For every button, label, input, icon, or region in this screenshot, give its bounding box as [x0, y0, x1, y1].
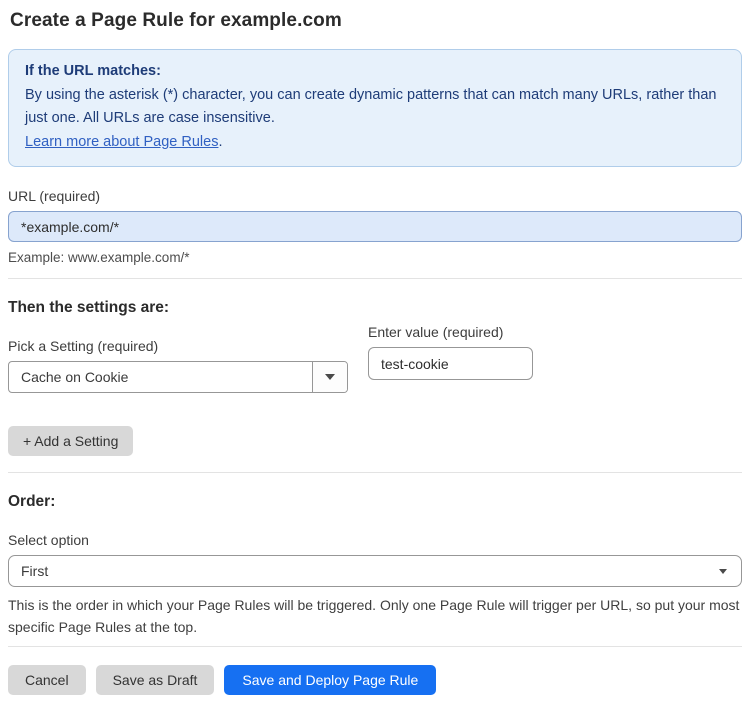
url-input[interactable]: [8, 211, 742, 242]
setting-value-group: Enter value (required): [368, 317, 533, 380]
save-and-deploy-button[interactable]: Save and Deploy Page Rule: [224, 665, 437, 695]
divider: [8, 278, 742, 279]
setting-select[interactable]: Cache on Cookie: [8, 361, 348, 393]
setting-value-label: Enter value (required): [368, 324, 504, 340]
settings-row: Pick a Setting (required) Cache on Cooki…: [8, 317, 742, 393]
setting-value-input[interactable]: [368, 347, 533, 380]
order-section-heading: Order:: [8, 493, 56, 510]
setting-picker-label: Pick a Setting (required): [8, 338, 159, 354]
divider: [8, 472, 742, 473]
link-suffix: .: [218, 133, 223, 150]
chevron-down-icon: [325, 374, 335, 380]
save-as-draft-button[interactable]: Save as Draft: [95, 665, 215, 695]
order-select-caret-wrap: [719, 568, 741, 574]
page-title: Create a Page Rule for example.com: [10, 10, 342, 31]
settings-section-heading: Then the settings are:: [8, 299, 170, 316]
cancel-button[interactable]: Cancel: [8, 665, 86, 695]
url-example-text: Example: www.example.com/*: [8, 250, 190, 265]
setting-picker-group: Pick a Setting (required) Cache on Cooki…: [8, 317, 348, 393]
order-select-label: Select option: [8, 532, 89, 548]
setting-select-value: Cache on Cookie: [21, 369, 129, 385]
learn-more-link[interactable]: Learn more about Page Rules: [25, 134, 218, 150]
order-select-value: First: [21, 563, 49, 579]
info-box-link-line: Learn more about Page Rules.: [25, 131, 725, 155]
order-select[interactable]: First: [8, 555, 742, 587]
url-matches-info-box: If the URL matches: By using the asteris…: [8, 49, 742, 167]
footer-actions: Cancel Save as Draft Save and Deploy Pag…: [8, 665, 742, 695]
divider: [8, 646, 742, 647]
order-help-text: This is the order in which your Page Rul…: [8, 597, 740, 635]
url-field-label: URL (required): [8, 188, 101, 204]
chevron-down-icon: [719, 568, 727, 574]
add-setting-button[interactable]: + Add a Setting: [8, 426, 134, 456]
info-box-body: By using the asterisk (*) character, you…: [25, 86, 717, 127]
info-box-heading: If the URL matches:: [25, 63, 161, 79]
setting-select-arrow-button[interactable]: [312, 362, 347, 392]
